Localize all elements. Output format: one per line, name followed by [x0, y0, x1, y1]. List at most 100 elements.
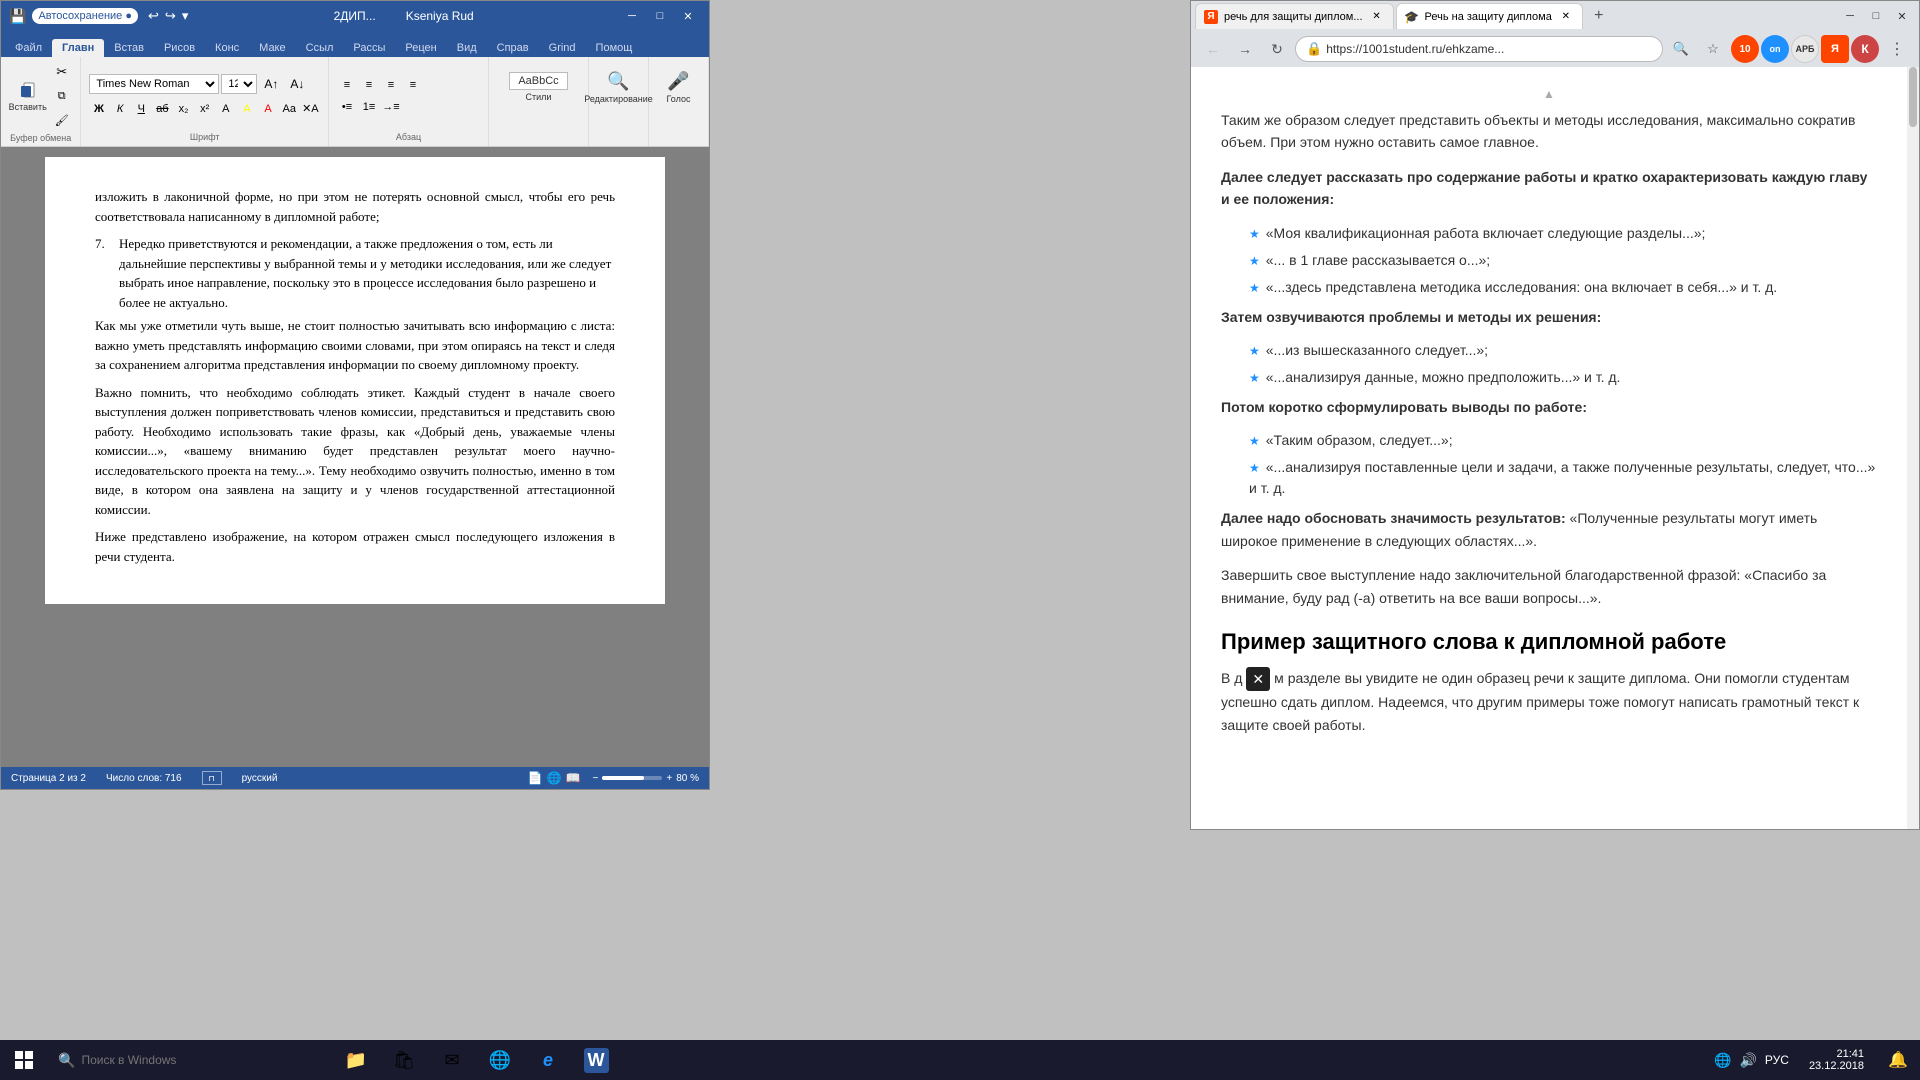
new-tab-button[interactable]: +: [1585, 3, 1613, 29]
word-redo-icon[interactable]: ↪: [165, 8, 176, 24]
tab-grind[interactable]: Grind: [539, 39, 586, 57]
tab-help2[interactable]: Помощ: [586, 39, 643, 57]
address-bar[interactable]: 🔒 https://1001student.ru/ehkzame...: [1295, 36, 1663, 62]
bold-button[interactable]: Ж: [89, 99, 108, 119]
superscript-button[interactable]: х²: [195, 99, 214, 119]
italic-button[interactable]: К: [111, 99, 130, 119]
text-effects-button[interactable]: А: [216, 99, 235, 119]
tab-insert[interactable]: Встав: [104, 39, 154, 57]
close-popup-button[interactable]: ✕: [1246, 667, 1270, 691]
word-undo-icon[interactable]: ↩: [148, 8, 159, 24]
word-save-icon[interactable]: 💾: [9, 8, 26, 25]
browser-scrollbar[interactable]: [1907, 67, 1919, 829]
highlight-color-button[interactable]: А: [237, 99, 256, 119]
numbering-button[interactable]: 1≡: [359, 97, 379, 117]
browser-tab-2[interactable]: 🎓 Речь на защиту диплома ✕: [1396, 3, 1583, 29]
word-content-area[interactable]: изложить в лаконичной форме, но при этом…: [1, 147, 709, 767]
taskbar-search-icon: 🔍: [58, 1052, 75, 1069]
language-indicator[interactable]: РУС: [1765, 1053, 1789, 1067]
refresh-button[interactable]: ↻: [1263, 35, 1291, 63]
tab-mailings[interactable]: Рассы: [343, 39, 395, 57]
browser-tab-1[interactable]: Я речь для защиты диплом... ✕: [1195, 3, 1394, 29]
strikethrough-button[interactable]: аб: [153, 99, 172, 119]
font-name-select[interactable]: Times New Roman: [89, 74, 219, 94]
zoom-out-button[interactable]: −: [593, 773, 599, 784]
tab-references[interactable]: Ссыл: [296, 39, 344, 57]
view-read-button[interactable]: 📖: [566, 771, 581, 785]
copy-button[interactable]: ⧉: [50, 85, 74, 107]
tab-view[interactable]: Вид: [447, 39, 487, 57]
word-autosave-toggle[interactable]: Автосохранение ●: [32, 8, 138, 24]
app-badge[interactable]: АРБ: [1791, 35, 1819, 63]
font-size-select[interactable]: 12: [221, 74, 257, 94]
tab-layout[interactable]: Маке: [249, 39, 295, 57]
voice-button[interactable]: 🎤 Голос: [659, 61, 699, 113]
on-badge[interactable]: on: [1761, 35, 1789, 63]
taskbar-chrome[interactable]: 🌐: [478, 1040, 522, 1080]
justify-button[interactable]: ≡: [403, 75, 423, 95]
tab1-close-button[interactable]: ✕: [1369, 9, 1385, 25]
view-normal-button[interactable]: 📄: [528, 771, 543, 785]
indent-button[interactable]: →≡: [381, 97, 401, 117]
underline-button[interactable]: Ч: [132, 99, 151, 119]
taskbar-edge[interactable]: e: [526, 1040, 570, 1080]
taskbar-file-explorer[interactable]: 📁: [334, 1040, 378, 1080]
align-left-button[interactable]: ≡: [337, 75, 357, 95]
notification-button[interactable]: 🔔: [1876, 1040, 1920, 1080]
forward-button[interactable]: →: [1231, 35, 1259, 63]
scrollbar-thumb[interactable]: [1909, 67, 1917, 127]
tab2-close-button[interactable]: ✕: [1558, 9, 1574, 25]
browser-end-para: Завершить свое выступление надо заключит…: [1221, 564, 1877, 609]
tab-file[interactable]: Файл: [5, 39, 52, 57]
scroll-top-indicator[interactable]: ▲: [1221, 87, 1877, 101]
word-maximize-button[interactable]: □: [647, 5, 673, 27]
format-painter-button[interactable]: 🖌: [50, 109, 74, 131]
find-button[interactable]: 🔍 Редактирование: [599, 61, 639, 113]
cut-button[interactable]: ✂: [50, 61, 74, 83]
tab-home[interactable]: Главн: [52, 39, 104, 57]
word-page-status: Страница 2 из 2: [11, 773, 86, 784]
grow-font-button[interactable]: A↑: [259, 73, 283, 95]
word-close-button[interactable]: ✕: [675, 5, 701, 27]
align-right-button[interactable]: ≡: [381, 75, 401, 95]
taskbar-word[interactable]: W: [574, 1040, 618, 1080]
browser-minimize-button[interactable]: ─: [1837, 5, 1863, 27]
paste-button[interactable]: Вставить: [8, 70, 48, 122]
tab-design[interactable]: Конс: [205, 39, 249, 57]
align-center-button[interactable]: ≡: [359, 75, 379, 95]
taskbar-search-input[interactable]: [81, 1053, 281, 1067]
zoom-slider[interactable]: − + 80 %: [593, 773, 699, 784]
font-color-button[interactable]: А: [259, 99, 278, 119]
favorites-button[interactable]: ☆: [1699, 35, 1727, 63]
start-button[interactable]: [0, 1040, 48, 1080]
yandex-badge[interactable]: 10: [1731, 35, 1759, 63]
change-case-button[interactable]: Аа: [280, 99, 299, 119]
word-track-icon[interactable]: ⊓: [202, 771, 222, 785]
volume-icon[interactable]: 🔊: [1739, 1052, 1756, 1069]
styles-button[interactable]: AaBbCc Стили: [519, 61, 559, 113]
bullets-button[interactable]: •≡: [337, 97, 357, 117]
network-icon[interactable]: 🌐: [1714, 1052, 1731, 1069]
yandex-logo[interactable]: Я: [1821, 35, 1849, 63]
taskbar-search[interactable]: 🔍: [48, 1040, 328, 1080]
back-button[interactable]: ←: [1199, 35, 1227, 63]
tab-help[interactable]: Справ: [487, 39, 539, 57]
shrink-font-button[interactable]: A↓: [285, 73, 309, 95]
tab-draw[interactable]: Рисов: [154, 39, 205, 57]
browser-close-button[interactable]: ✕: [1889, 5, 1915, 27]
view-web-button[interactable]: 🌐: [547, 771, 562, 785]
zoom-in-button[interactable]: +: [666, 773, 672, 784]
browser-titlebar: Я речь для защиты диплом... ✕ 🎓 Речь на …: [1191, 1, 1919, 31]
user-avatar[interactable]: К: [1851, 35, 1879, 63]
word-minimize-button[interactable]: ─: [619, 5, 645, 27]
clear-formatting-button[interactable]: ✕A: [301, 99, 320, 119]
clipboard-label: Буфер обмена: [10, 133, 71, 143]
tab-review[interactable]: Рецен: [395, 39, 446, 57]
browser-search-button[interactable]: 🔍: [1667, 35, 1695, 63]
subscript-button[interactable]: х₂: [174, 99, 193, 119]
browser-maximize-button[interactable]: □: [1863, 5, 1889, 27]
taskbar-store[interactable]: 🛍: [382, 1040, 426, 1080]
browser-menu-button[interactable]: ⋮: [1883, 35, 1911, 63]
taskbar-mail[interactable]: ✉: [430, 1040, 474, 1080]
browser-list1: «Моя квалификационная работа включает сл…: [1241, 223, 1877, 298]
